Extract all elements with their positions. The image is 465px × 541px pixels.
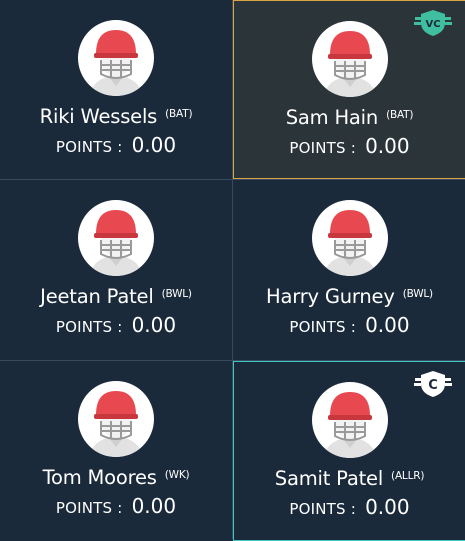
player-name-text: Sam Hain xyxy=(285,106,379,129)
points-value: 0.00 xyxy=(365,313,410,337)
player-name-text: Jeetan Patel xyxy=(40,285,154,308)
player-card-tom-moores[interactable]: Tom Moores (WK) POINTS : 0.00 xyxy=(0,361,232,541)
player-points: POINTS : 0.00 xyxy=(289,134,409,158)
points-value: 0.00 xyxy=(131,313,177,337)
points-label: POINTS : xyxy=(55,499,123,517)
captain-badge: C xyxy=(413,370,453,398)
points-label: POINTS : xyxy=(289,500,356,518)
player-avatar-icon xyxy=(78,20,154,96)
c-badge-text: C xyxy=(428,378,438,393)
points-label: POINTS : xyxy=(289,139,356,157)
player-card-samit-patel[interactable]: C Samit Patel (ALLR) POINTS: 0.00 xyxy=(233,361,465,541)
player-card-riki-wessels[interactable]: Riki Wessels (BAT) POINTS : 0.00 xyxy=(0,0,232,179)
player-name-text: Tom Moores xyxy=(42,466,157,489)
points-label: POINTS : xyxy=(55,138,123,156)
player-role: (BWL) xyxy=(402,288,433,300)
vice-captain-shield-icon: VC xyxy=(414,10,452,36)
vc-badge-text: VC xyxy=(425,19,440,30)
player-role: (WK) xyxy=(164,469,190,481)
player-card-sam-hain[interactable]: VC Sam Hain (BAT) POINTS: 0.00 xyxy=(233,0,465,179)
player-name: Sam Hain (BAT) xyxy=(286,106,414,129)
vice-captain-badge: VC xyxy=(413,9,453,37)
player-name: Riki Wessels (BAT) xyxy=(40,105,193,128)
points-value: 0.00 xyxy=(365,495,410,519)
points-value: 0.00 xyxy=(131,133,177,157)
player-avatar-icon xyxy=(78,200,154,276)
player-name-text: Riki Wessels xyxy=(39,105,158,128)
player-name: Harry Gurney (BWL) xyxy=(266,285,433,308)
player-name-text: Harry Gurney xyxy=(266,285,395,308)
player-avatar-icon xyxy=(311,382,388,458)
points-value: 0.00 xyxy=(131,494,177,518)
player-name: Jeetan Patel (BWL) xyxy=(40,285,192,308)
player-avatar-icon xyxy=(78,381,154,457)
captain-shield-icon: C xyxy=(414,371,452,397)
player-points: POINTS : 0.00 xyxy=(56,494,176,518)
points-label: POINTS : xyxy=(55,318,123,336)
player-points: POINTS : 0.00 xyxy=(56,133,176,157)
points-value: 0.00 xyxy=(365,134,410,158)
player-points: POINTS : 0.00 xyxy=(56,313,176,337)
points-label: POINTS : xyxy=(289,318,356,336)
player-role: (ALLR) xyxy=(391,470,425,482)
player-card-harry-gurney[interactable]: Harry Gurney (BWL) POINTS : 0.00 xyxy=(233,180,465,360)
player-avatar-icon xyxy=(311,21,388,97)
player-role: (BAT) xyxy=(165,108,193,120)
player-card-jeetan-patel[interactable]: Jeetan Patel (BWL) POINTS : 0.00 xyxy=(0,180,232,360)
team-preview-grid: Riki Wessels (BAT) POINTS : 0.00 VC Sam … xyxy=(0,0,465,541)
player-avatar-icon xyxy=(311,200,388,276)
player-name-text: Samit Patel xyxy=(274,467,384,490)
player-name: Tom Moores (WK) xyxy=(43,466,190,489)
player-role: (BWL) xyxy=(161,288,192,300)
player-points: POINTS : 0.00 xyxy=(289,495,409,519)
player-role: (BAT) xyxy=(386,109,414,121)
player-points: POINTS : 0.00 xyxy=(289,313,409,337)
player-name: Samit Patel (ALLR) xyxy=(274,467,425,490)
